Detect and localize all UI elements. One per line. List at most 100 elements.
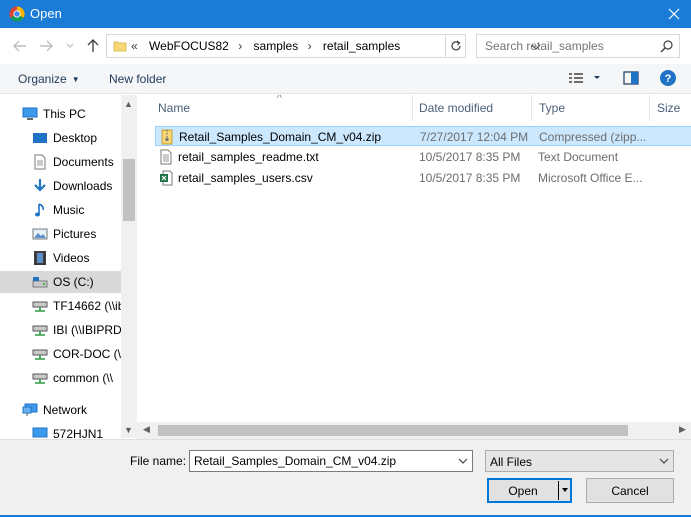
text-file-icon (160, 149, 172, 165)
nav-item-videos[interactable]: Videos (32, 247, 89, 269)
nav-item-pictures[interactable]: Pictures (32, 223, 96, 245)
network-drive-icon (32, 298, 48, 314)
forward-button[interactable] (38, 38, 54, 54)
nav-item-downloads[interactable]: Downloads (32, 175, 112, 197)
downloads-icon (32, 178, 48, 194)
organize-button[interactable]: Organize ▼ (18, 72, 80, 86)
preview-pane-icon (623, 71, 639, 85)
sort-up-icon: ^ (277, 95, 282, 104)
drive-icon (32, 274, 48, 290)
breadcrumb-overflow[interactable]: « (131, 39, 138, 53)
back-button[interactable] (12, 38, 28, 54)
dialog-footer: File name: All Files Open Cancel (0, 439, 691, 517)
nav-item-label: COR-DOC (\\ (53, 347, 121, 361)
nav-item-label: common (\\ (53, 371, 114, 385)
nav-item-label: Music (53, 203, 85, 217)
nav-item-label: IBI (\\IBIPRD/ (53, 323, 121, 337)
nav-item-documents[interactable]: Documents (32, 151, 114, 173)
caret-down-icon[interactable] (561, 484, 569, 496)
nav-item-label: 572HJN1 (53, 427, 104, 438)
refresh-button[interactable] (446, 34, 466, 58)
nav-item-network[interactable]: Network (22, 399, 87, 421)
scroll-right-icon[interactable]: ▶ (679, 424, 686, 435)
file-row[interactable]: retail_samples_readme.txt 10/5/2017 8:35… (155, 147, 691, 167)
nav-item-network-drive[interactable]: common (\\ (32, 367, 113, 389)
file-row[interactable]: Retail_Samples_Domain_CM_v04.zip 7/27/20… (155, 126, 691, 146)
navigation-pane: This PC Desktop Documents Downloads Musi… (0, 95, 121, 438)
open-button[interactable]: Open (487, 478, 572, 503)
arrow-right-icon (40, 40, 53, 52)
column-header-name[interactable]: Name (158, 95, 190, 121)
scrollbar-thumb[interactable] (123, 159, 135, 221)
file-type-value: All Files (490, 455, 533, 469)
file-name-combo[interactable] (189, 450, 473, 472)
chevron-right-icon[interactable]: › (308, 39, 312, 53)
nav-item-computer[interactable]: 572HJN1 (32, 423, 103, 438)
nav-scrollbar[interactable]: ▲ ▼ (121, 95, 137, 438)
split-divider (558, 481, 559, 500)
cancel-button[interactable]: Cancel (586, 478, 674, 503)
file-name: Retail_Samples_Domain_CM_v04.zip (179, 130, 382, 144)
recent-locations-button[interactable] (62, 38, 78, 54)
search-box[interactable] (476, 34, 680, 58)
breadcrumb: « WebFOCUS82 › samples › retail_samples (131, 39, 406, 53)
close-button[interactable] (657, 0, 691, 28)
nav-item-os-c[interactable]: OS (C:) (0, 271, 121, 293)
nav-item-label: Pictures (53, 227, 97, 241)
file-type: Compressed (zipp... (539, 130, 647, 144)
breadcrumb-item[interactable]: samples (254, 39, 299, 53)
horizontal-scrollbar[interactable]: ◀ ▶ (137, 422, 691, 439)
breadcrumb-item[interactable]: WebFOCUS82 (149, 39, 229, 53)
documents-icon (32, 154, 48, 170)
svg-text:?: ? (665, 73, 672, 85)
search-input[interactable] (477, 35, 657, 57)
caret-down-icon: ▼ (71, 75, 80, 85)
file-name-label: File name: (130, 454, 187, 468)
change-view-button[interactable] (568, 70, 604, 89)
folder-icon (113, 41, 127, 52)
file-type-select[interactable]: All Files (485, 450, 674, 472)
column-divider[interactable] (531, 95, 532, 121)
scrollbar-thumb[interactable] (158, 425, 628, 436)
scroll-left-icon[interactable]: ◀ (143, 424, 150, 435)
file-name-input[interactable] (190, 451, 450, 471)
organize-label: Organize (18, 72, 67, 86)
chevron-down-icon[interactable] (458, 455, 468, 467)
nav-item-music[interactable]: Music (32, 199, 84, 221)
nav-item-desktop[interactable]: Desktop (32, 127, 97, 149)
refresh-icon (450, 40, 461, 51)
computer-icon (22, 106, 38, 122)
nav-item-network-drive[interactable]: COR-DOC (\\ (32, 343, 121, 365)
chevron-down-icon (66, 43, 74, 48)
open-label: Open (508, 484, 538, 498)
scroll-up-icon[interactable]: ▲ (124, 99, 133, 109)
nav-item-network-drive[interactable]: IBI (\\IBIPRD/ (32, 319, 121, 341)
chevron-down-icon (659, 458, 669, 464)
new-folder-button[interactable]: New folder (109, 72, 166, 86)
column-divider[interactable] (412, 95, 413, 121)
column-divider[interactable] (649, 95, 650, 121)
music-icon (32, 202, 48, 218)
nav-item-label: Videos (53, 251, 90, 265)
nav-item-label: Network (43, 403, 88, 417)
scroll-down-icon[interactable]: ▼ (124, 425, 133, 435)
nav-item-label: Documents (53, 155, 114, 169)
preview-pane-button[interactable] (623, 70, 639, 89)
column-header-size[interactable]: Size (657, 95, 680, 121)
help-button[interactable]: ? (659, 69, 677, 90)
column-header-date[interactable]: Date modified (419, 95, 493, 121)
search-icon[interactable] (660, 40, 673, 53)
help-icon: ? (660, 70, 676, 86)
address-row: « WebFOCUS82 › samples › retail_samples (0, 28, 691, 64)
file-date: 10/5/2017 8:35 PM (419, 150, 521, 164)
breadcrumb-item[interactable]: retail_samples (323, 39, 400, 53)
file-row[interactable]: retail_samples_users.csv 10/5/2017 8:35 … (155, 168, 691, 188)
nav-item-this-pc[interactable]: This PC (22, 103, 86, 125)
file-date: 7/27/2017 12:04 PM (420, 130, 529, 144)
nav-item-network-drive[interactable]: TF14662 (\\ib (32, 295, 121, 317)
address-bar[interactable]: « WebFOCUS82 › samples › retail_samples (106, 34, 541, 58)
column-header-type[interactable]: Type (539, 95, 565, 121)
title-bar: Open (0, 0, 691, 28)
chevron-right-icon[interactable]: › (238, 39, 242, 53)
up-button[interactable] (85, 38, 101, 54)
